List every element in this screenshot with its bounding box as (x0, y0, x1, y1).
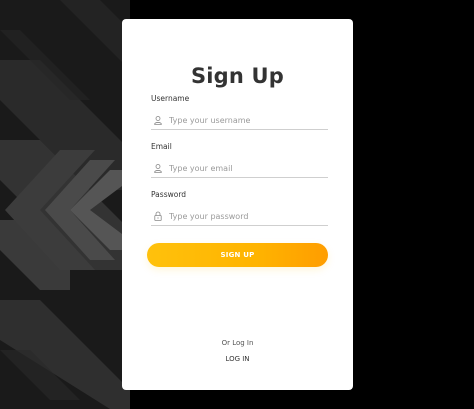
page-title: Sign Up (190, 64, 285, 88)
username-row (151, 111, 328, 130)
signup-button[interactable]: SIGN UP (147, 243, 328, 267)
username-label: Username (151, 94, 190, 103)
email-field: Email (151, 142, 328, 178)
signup-card: Sign Up Username Email (122, 19, 353, 390)
email-row (151, 159, 328, 178)
lock-icon (153, 210, 163, 222)
password-label: Password (151, 190, 187, 199)
username-field: Username (151, 94, 328, 130)
password-field: Password (151, 190, 328, 226)
user-icon (153, 162, 163, 174)
email-input[interactable] (169, 163, 319, 173)
chevron-background-pattern (0, 0, 130, 409)
username-input[interactable] (169, 115, 319, 125)
login-link[interactable]: LOG IN (122, 355, 353, 363)
password-row (151, 207, 328, 226)
user-icon (153, 114, 163, 126)
or-login-text: Or Log In (221, 339, 254, 347)
page-background: Sign Up Username Email (0, 0, 474, 409)
password-input[interactable] (169, 211, 319, 221)
email-label: Email (151, 142, 172, 151)
